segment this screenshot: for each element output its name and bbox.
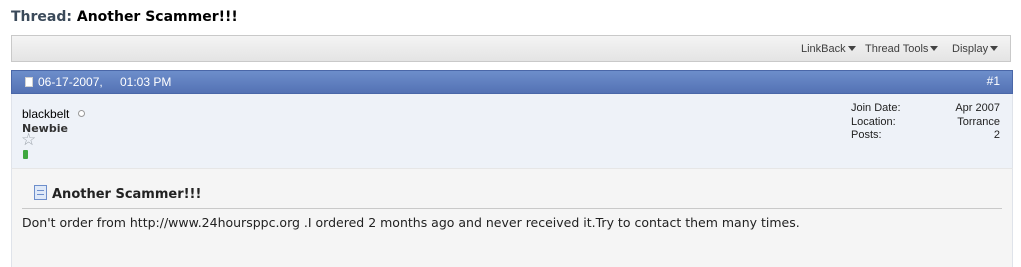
thread-toolbar: LinkBack Thread Tools Display xyxy=(11,35,1011,62)
thread-label: Thread: xyxy=(11,9,72,25)
dropdown-arrow-icon xyxy=(990,46,999,51)
post-content: Another Scammer!!! Don't order from http… xyxy=(11,168,1013,267)
thread-title: Thread: Another Scammer!!! xyxy=(11,9,238,25)
thread-tools-menu[interactable]: Thread Tools xyxy=(865,43,939,55)
post-date: 06-17-2007, xyxy=(38,75,103,89)
dropdown-arrow-icon xyxy=(847,46,856,51)
post-header-bar: 06-17-2007, 01:03 PM #1 xyxy=(11,70,1013,94)
online-status-icon xyxy=(78,110,85,117)
display-label: Display xyxy=(952,43,989,55)
user-info-panel: blackbelt Newbie ☆ Join Date: Apr 2007 L… xyxy=(11,94,1013,168)
linkback-menu[interactable]: LinkBack xyxy=(801,43,856,55)
thread-tools-label: Thread Tools xyxy=(865,43,929,55)
join-date-label: Join Date: xyxy=(851,102,901,114)
post-icon xyxy=(34,185,47,200)
reputation-icon xyxy=(23,150,28,159)
display-menu[interactable]: Display xyxy=(952,43,999,55)
post-time: 01:03 PM xyxy=(120,75,172,89)
thread-name: Another Scammer!!! xyxy=(76,9,238,25)
linkback-label: LinkBack xyxy=(801,43,846,55)
divider xyxy=(22,208,1002,209)
dropdown-arrow-icon xyxy=(930,46,939,51)
location-value: Torrance xyxy=(957,116,1000,128)
star-icon: ☆ xyxy=(21,130,37,150)
username-link[interactable]: blackbelt xyxy=(22,107,69,121)
post-number-link[interactable]: #1 xyxy=(987,74,1000,88)
posts-value: 2 xyxy=(993,129,1000,141)
document-icon xyxy=(25,77,33,87)
post-message: Don't order from http://www.24hoursppc.o… xyxy=(22,215,800,230)
join-date-value: Apr 2007 xyxy=(955,102,1000,114)
post-title: Another Scammer!!! xyxy=(52,187,202,202)
posts-label: Posts: xyxy=(851,129,882,141)
location-label: Location: xyxy=(851,116,896,128)
